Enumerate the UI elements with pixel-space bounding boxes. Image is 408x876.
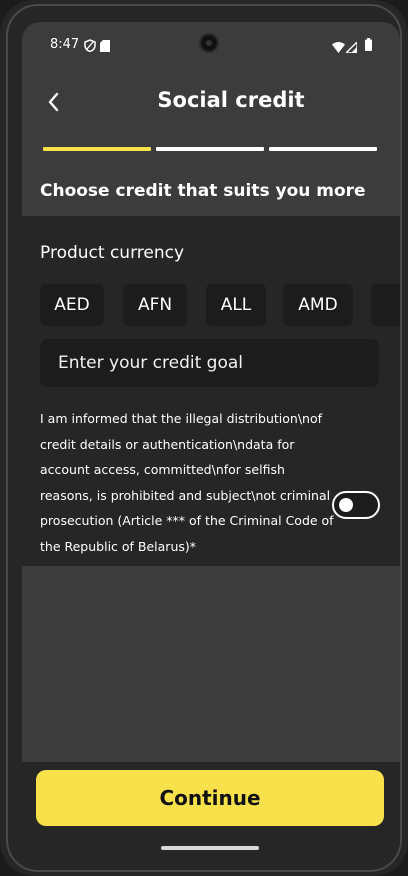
toggle-knob [339,498,353,512]
section-subtitle: Choose credit that suits you more [40,181,366,201]
currency-chip-aed[interactable]: AED [40,284,104,326]
app-screen: 8:47 Social credit Choose credit that su… [22,22,400,860]
wifi-icon [332,38,345,57]
back-button[interactable] [42,90,66,114]
consent-line: prosecution (Article *** of the Criminal… [40,513,334,528]
phone-frame: 8:47 Social credit Choose credit that su… [0,0,408,876]
consent-line: the Republic of Belarus)* [40,538,197,554]
page-title: Social credit [157,88,305,112]
consent-toggle[interactable] [332,491,380,519]
status-time: 8:47 [50,37,80,52]
currency-chip-next[interactable] [371,284,400,326]
home-indicator[interactable] [161,846,259,850]
currency-chip-afn[interactable]: AFN [123,284,187,326]
credit-form-panel: Product currency AED AFN ALL AMD I am in… [22,216,400,566]
battery-icon [365,36,372,55]
status-bar: 8:47 [22,22,400,66]
currency-chip-all[interactable]: ALL [206,284,266,326]
continue-button[interactable]: Continue [36,770,384,826]
currency-chip-amd[interactable]: AMD [283,284,353,326]
consent-line: account access, committed\nfor selfish [40,462,285,477]
progress-step-3 [269,147,377,151]
consent-line: reasons, is prohibited and subject\not c… [40,487,331,503]
chevron-left-icon [48,92,59,112]
front-camera [199,33,219,53]
signal-icon [344,38,358,57]
currency-label: Product currency [40,243,185,263]
currency-chip-list[interactable]: AED AFN ALL AMD [40,284,400,326]
shield-icon [84,37,96,56]
progress-step-2 [156,147,264,151]
consent-line: credit details or authentication\ndata f… [40,436,295,452]
progress-step-1 [43,147,151,151]
credit-goal-input[interactable] [40,339,379,387]
sim-card-icon [100,37,110,56]
step-progress [43,147,377,151]
legal-consent-text: I am informed that the illegal distribut… [40,406,336,559]
consent-line: I am informed that the illegal distribut… [40,411,323,426]
bottom-bar: Continue [22,762,400,860]
